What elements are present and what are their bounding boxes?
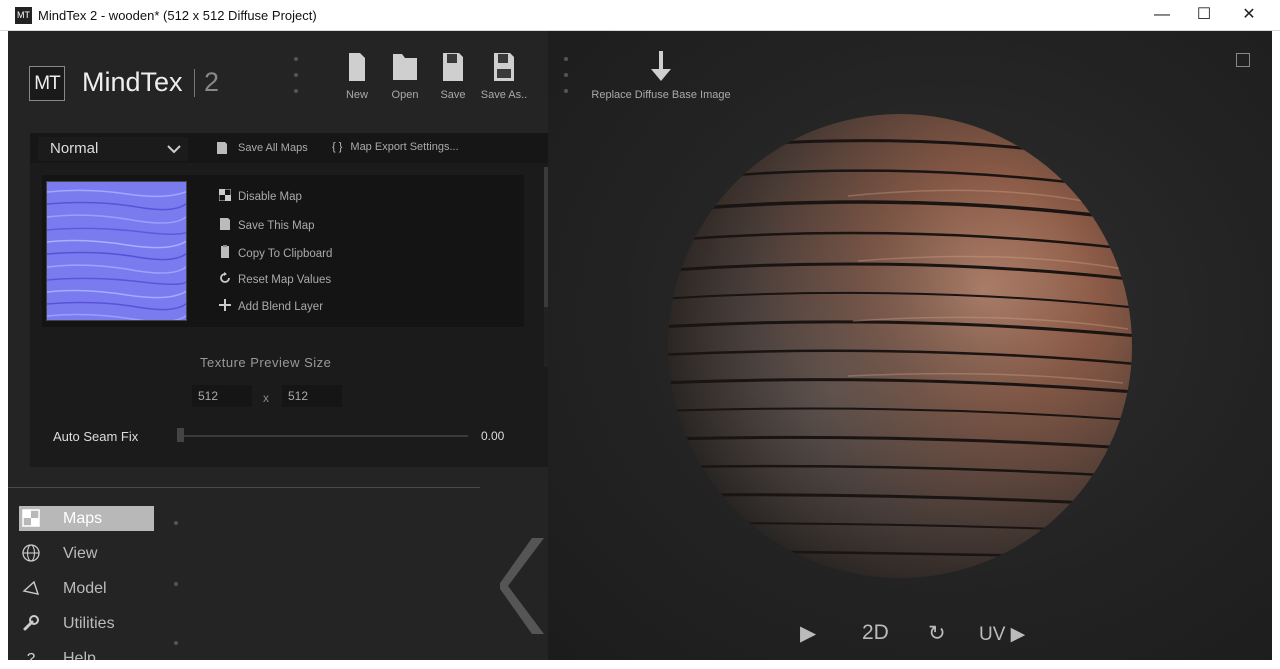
normal-map-thumbnail[interactable] [46, 181, 187, 321]
save-disk-icon [443, 53, 463, 81]
brand-separator [194, 69, 195, 97]
minimize-button[interactable]: — [1139, 0, 1185, 31]
map-panel-header: Normal Save All Maps { } Map Export Sett… [30, 133, 548, 163]
reset-map-values-label: Reset Map Values [238, 273, 332, 286]
disable-map-label: Disable Map [238, 190, 302, 203]
app-icon: MT [15, 7, 32, 24]
toolbar-separator [294, 57, 298, 105]
open-button[interactable]: Open [388, 51, 422, 101]
map-panel: Normal Save All Maps { } Map Export Sett… [30, 133, 548, 467]
map-type-value: Normal [50, 140, 99, 157]
preview-width-input[interactable]: 512 [192, 385, 252, 407]
download-arrow-icon [651, 51, 671, 81]
replace-diffuse-button[interactable]: Replace Diffuse Base Image [588, 51, 734, 101]
map-export-settings-label: Map Export Settings... [350, 141, 459, 153]
2d-view-button[interactable]: 2D [862, 621, 889, 645]
copy-to-clipboard-label: Copy To Clipboard [238, 247, 333, 260]
size-separator: x [263, 391, 269, 405]
braces-icon: { } [332, 141, 343, 153]
nav-label-model: Model [63, 579, 107, 597]
nav-item-model[interactable]: Model [19, 576, 154, 601]
reset-map-values-button[interactable]: Reset Map Values [218, 272, 331, 287]
add-blend-layer-label: Add Blend Layer [238, 300, 324, 313]
nav-item-maps[interactable]: Maps [19, 506, 154, 531]
app-name: MindTex [82, 67, 183, 97]
nav-label-help: Help [63, 649, 96, 661]
nav-item-view[interactable]: View [19, 541, 154, 566]
preview-height-input[interactable]: 512 [282, 385, 342, 407]
toolbar-separator [564, 57, 568, 105]
normal-map-texture [47, 182, 186, 320]
nav-separator [174, 582, 178, 586]
nav-divider [8, 487, 480, 488]
save-as-button[interactable]: Save As.. [480, 51, 528, 101]
open-folder-icon [393, 54, 417, 80]
save-all-maps-label: Save All Maps [238, 142, 308, 154]
auto-seam-fix-value: 0.00 [481, 429, 505, 443]
save-this-map-label: Save This Map [238, 219, 315, 232]
map-preview-box: Disable Map Save This Map Copy To Clipbo… [42, 175, 524, 327]
replace-diffuse-label: Replace Diffuse Base Image [591, 89, 731, 101]
save-all-maps-button[interactable]: Save All Maps [216, 141, 308, 155]
nav-separator [174, 521, 178, 525]
help-icon: ? [26, 649, 36, 661]
uv-view-button[interactable]: UV ▶ [979, 623, 1025, 646]
globe-icon [21, 543, 41, 564]
new-label: New [345, 89, 368, 101]
auto-seam-fix-slider-handle[interactable] [177, 428, 184, 442]
save-button[interactable]: Save [436, 51, 470, 101]
nav-label-utilities: Utilities [63, 614, 115, 632]
nav-label-view: View [63, 544, 98, 562]
app-window: ▶ 2D ↻ UV ▶ MT MindTex 2 New Open Save S… [8, 31, 1272, 660]
title-bar: MT MindTex 2 - wooden* (512 x 512 Diffus… [0, 0, 1280, 31]
save-disk-icon [218, 217, 232, 234]
checker-icon [218, 188, 232, 204]
save-as-disk-icon [494, 53, 514, 81]
map-export-settings-button[interactable]: { } Map Export Settings... [332, 141, 459, 153]
reset-icon [218, 272, 232, 287]
collapse-panel-chevron-icon[interactable] [498, 536, 550, 641]
save-disk-icon [217, 142, 227, 154]
save-this-map-button[interactable]: Save This Map [218, 217, 315, 234]
reset-view-button[interactable]: ↻ [928, 621, 946, 646]
fullscreen-icon[interactable] [1236, 53, 1250, 67]
app-version: 2 [204, 67, 220, 97]
map-type-select[interactable]: Normal [38, 137, 188, 161]
mindtex-logo: MT [29, 66, 65, 101]
open-label: Open [391, 89, 419, 101]
new-file-icon [349, 53, 365, 81]
close-button[interactable]: ✕ [1226, 0, 1272, 31]
auto-seam-fix-slider-track[interactable] [180, 435, 468, 437]
nav-item-utilities[interactable]: Utilities [19, 611, 154, 636]
panel-scrollbar-thumb[interactable] [544, 167, 548, 307]
3d-viewport[interactable]: ▶ 2D ↻ UV ▶ [548, 31, 1272, 660]
checker-icon [21, 508, 41, 529]
new-button[interactable]: New [340, 51, 374, 101]
nav-label-maps: Maps [63, 509, 103, 527]
disable-map-button[interactable]: Disable Map [218, 188, 302, 204]
copy-to-clipboard-button[interactable]: Copy To Clipboard [218, 245, 332, 262]
add-blend-layer-button[interactable]: Add Blend Layer [218, 299, 323, 314]
wood-sphere-render [668, 114, 1132, 578]
nav-separator [174, 641, 178, 645]
plus-icon [218, 299, 232, 314]
auto-seam-fix-label: Auto Seam Fix [53, 429, 139, 444]
save-label: Save [440, 89, 466, 101]
play-button[interactable]: ▶ [800, 621, 816, 646]
model-icon [21, 579, 41, 599]
save-as-label: Save As.. [480, 89, 528, 101]
chevron-down-icon [166, 137, 182, 169]
nav-item-help[interactable]: ? Help [19, 646, 154, 661]
texture-preview-size-label: Texture Preview Size [200, 355, 332, 370]
maximize-button[interactable]: ☐ [1181, 0, 1227, 31]
wrench-icon [21, 614, 41, 634]
window-title: MindTex 2 - wooden* (512 x 512 Diffuse P… [38, 8, 317, 23]
clipboard-icon [218, 245, 232, 262]
